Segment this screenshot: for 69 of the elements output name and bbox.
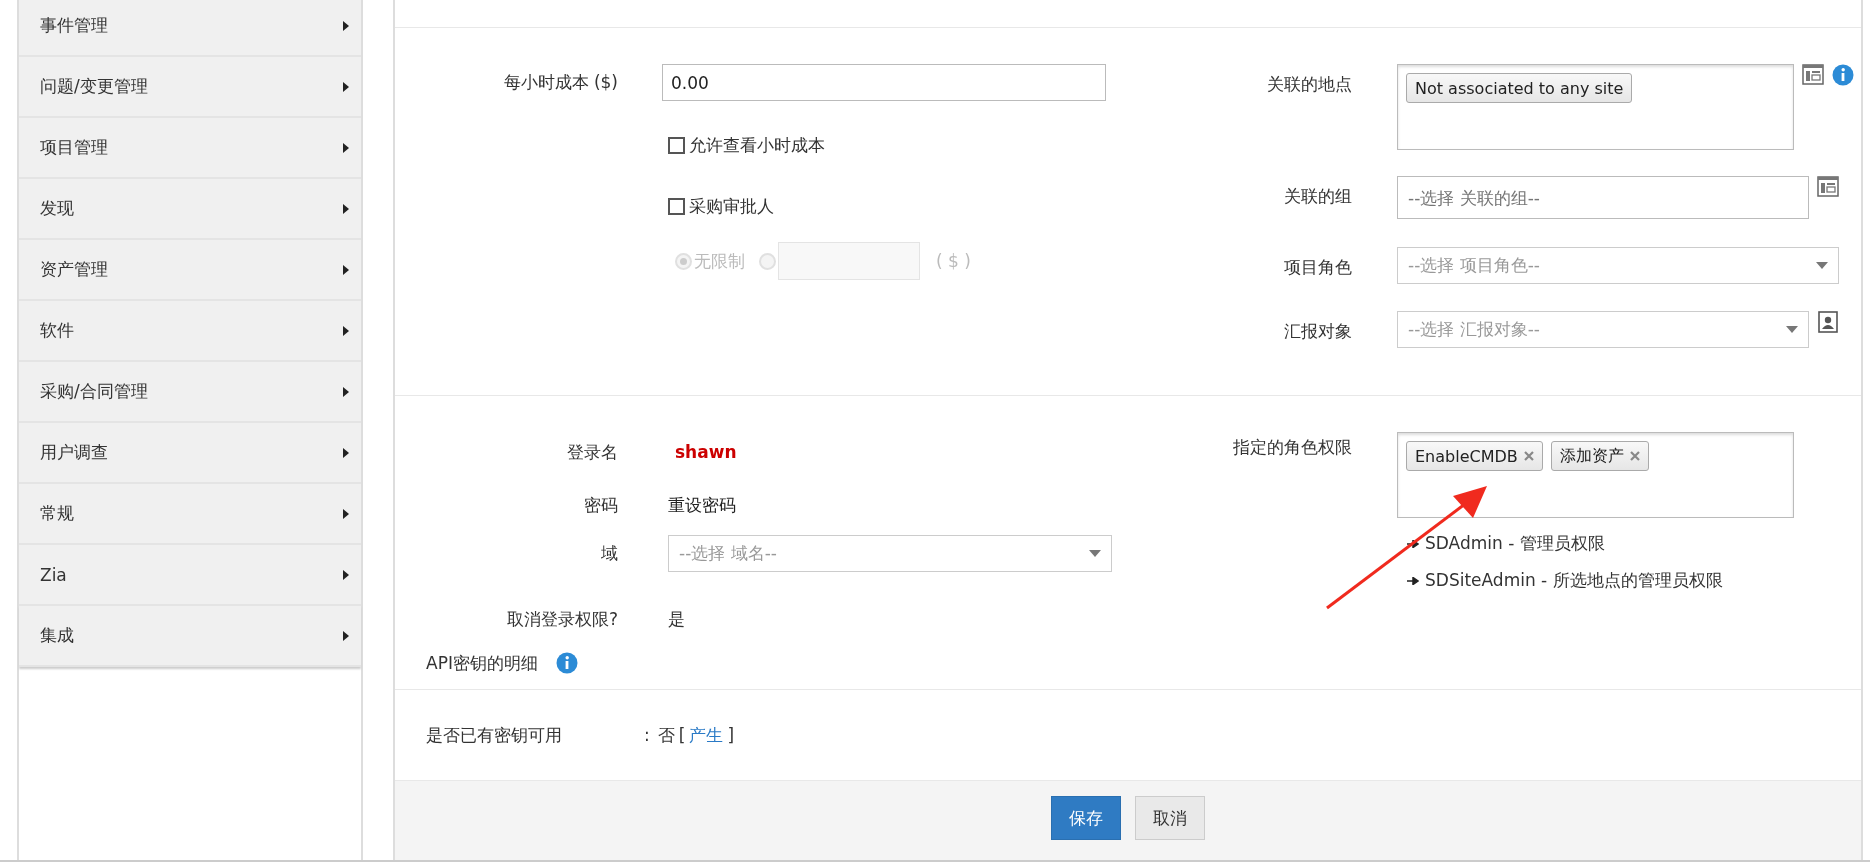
role-tag: 添加资产: [1550, 441, 1649, 471]
save-button[interactable]: 保存: [1051, 796, 1121, 840]
sidebar-item[interactable]: 问题/变更管理: [19, 57, 361, 118]
field-label: 域: [600, 542, 618, 565]
sidebar-item[interactable]: 发现: [19, 179, 361, 240]
contact-card-icon[interactable]: [1817, 311, 1839, 333]
field-label: 取消登录权限?: [505, 607, 618, 631]
sidebar-item[interactable]: 采购/合同管理: [19, 362, 361, 423]
sidebar-item[interactable]: 事件管理: [19, 0, 361, 57]
caret-right-icon: [343, 142, 349, 153]
site-tag: Not associated to any site: [1406, 73, 1633, 103]
caret-right-icon: [343, 20, 349, 31]
field-value: 是: [668, 607, 685, 631]
caret-right-icon: [343, 264, 349, 275]
site-tag-box[interactable]: Not associated to any site: [1397, 64, 1794, 150]
role-option[interactable]: SDAdmin - 管理员权限: [1407, 532, 1861, 555]
field-label: 汇报对象: [1283, 320, 1352, 343]
caret-right-icon: [343, 569, 349, 580]
arrow-right-icon: [1407, 539, 1419, 548]
sidebar-item[interactable]: 用户调查: [19, 423, 361, 484]
caret-right-icon: [343, 508, 349, 519]
cost-input[interactable]: 0.00: [662, 64, 1106, 101]
reset-password-link[interactable]: 重设密码: [668, 493, 736, 517]
field-label: 每小时成本 ($): [502, 71, 618, 94]
info-icon[interactable]: [555, 652, 578, 674]
checkbox[interactable]: 采购审批人: [668, 194, 774, 218]
generate-link[interactable]: 产生: [689, 723, 724, 747]
field-label: 关联的地点: [1266, 73, 1352, 96]
group-input[interactable]: --选择 关联的组--: [1397, 176, 1809, 219]
sidebar-item[interactable]: 项目管理: [19, 118, 361, 179]
sidebar-item[interactable]: 集成: [19, 606, 361, 667]
field-label: 登录名: [566, 440, 618, 464]
field-label: 是否已有密钥可用: [426, 723, 563, 747]
bracket: [: [678, 725, 686, 745]
dropdown-arrow-icon: [1089, 550, 1101, 557]
section-heading: API密钥的明细: [426, 651, 538, 675]
caret-right-icon: [343, 325, 349, 336]
separator: :: [644, 725, 650, 745]
sidebar-item[interactable]: 常规: [19, 484, 361, 545]
field-label: 关联的组: [1283, 185, 1352, 208]
login-name: shawn: [675, 442, 737, 462]
field-label: 指定的角色权限: [1232, 436, 1352, 459]
sidebar-item[interactable]: Zia: [19, 545, 361, 606]
caret-right-icon: [343, 81, 349, 92]
field-label: 密码: [583, 493, 618, 517]
caret-right-icon: [343, 630, 349, 641]
sidebar-item[interactable]: 资产管理: [19, 240, 361, 301]
dropdown-arrow-icon: [1786, 326, 1798, 333]
bracket: ]: [727, 725, 734, 745]
currency-label: ( $ ): [936, 251, 971, 271]
role-option[interactable]: SDSiteAdmin - 所选地点的管理员权限: [1407, 569, 1861, 592]
remove-icon[interactable]: [1523, 451, 1534, 461]
arrow-right-icon: [1407, 576, 1419, 585]
role-tag-box[interactable]: EnableCMDB 添加资产: [1397, 432, 1794, 518]
field-label: 项目角色: [1283, 256, 1352, 279]
caret-right-icon: [343, 447, 349, 458]
info-icon[interactable]: [1832, 64, 1854, 86]
sidebar-item[interactable]: 软件: [19, 301, 361, 362]
picker-window-icon[interactable]: [1817, 176, 1839, 198]
checkbox[interactable]: 允许查看小时成本: [668, 133, 825, 157]
cancel-button[interactable]: 取消: [1135, 796, 1205, 840]
caret-right-icon: [343, 386, 349, 397]
caret-right-icon: [343, 203, 349, 214]
picker-window-icon[interactable]: [1802, 64, 1824, 86]
role-tag: EnableCMDB: [1406, 441, 1543, 471]
field-value: 否: [657, 723, 675, 747]
remove-icon[interactable]: [1629, 451, 1640, 461]
dropdown-arrow-icon: [1816, 262, 1828, 269]
radio-label: 无限制: [694, 249, 745, 273]
